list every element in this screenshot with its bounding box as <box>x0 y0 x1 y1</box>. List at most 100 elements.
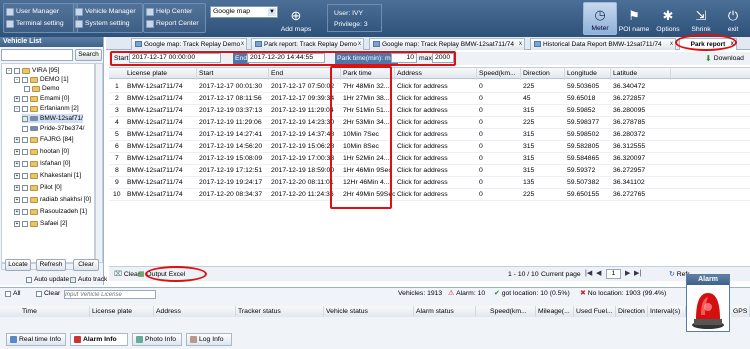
tree-node[interactable]: + hootan [0] <box>14 147 69 156</box>
tab-google-map-bmw[interactable]: Google map: Track Replay BMW-12sat711/74… <box>369 38 525 50</box>
locate-button[interactable]: Locate <box>5 259 31 271</box>
tree-node[interactable]: + FAJRG [84] <box>14 135 74 144</box>
tab-alarm-info[interactable]: Alarm Info <box>70 333 128 346</box>
shrink-button[interactable]: ⇲ Shrink <box>684 2 718 35</box>
tree-node[interactable]: + Safaei [2] <box>14 219 67 228</box>
download-button[interactable]: ⬇ Download <box>705 53 744 64</box>
bcol-gps[interactable]: GPS <box>731 306 750 317</box>
col-address[interactable]: Address <box>395 68 477 80</box>
tree-node[interactable]: + Khakestani [1] <box>14 171 81 180</box>
col-longitude[interactable]: Longitude <box>565 68 611 80</box>
bcol-time[interactable]: Time <box>0 306 90 317</box>
bcol-address[interactable]: Address <box>154 306 236 317</box>
all-checkbox[interactable]: All <box>5 289 21 299</box>
options-button[interactable]: ✱ Options <box>651 2 685 35</box>
col-license-plate[interactable]: License plate <box>125 68 197 80</box>
tree-node[interactable]: + Rasoulzadeh [1] <box>14 207 87 216</box>
close-icon[interactable]: x <box>670 39 673 50</box>
table-row[interactable]: 2 BMW-12sat711/74 2017-12-17 08:11:56 20… <box>109 93 750 105</box>
tree-node[interactable]: + radiab shakhsi [0] <box>14 195 91 204</box>
system-setting-button[interactable]: System setting <box>75 18 130 29</box>
tree-vertical-scrollbar[interactable] <box>95 63 103 263</box>
table-row[interactable]: 10 BMW-12sat711/74 2017-12-20 08:34:37 2… <box>109 189 750 201</box>
table-row[interactable]: 4 BMW-12sat711/74 2017-12-19 11:29:06 20… <box>109 117 750 129</box>
tab-historical-data-report[interactable]: Historical Data Report BMW-12sat711/74 x <box>530 38 676 50</box>
close-icon[interactable]: x <box>519 39 522 50</box>
report-center-button[interactable]: Report Center <box>146 18 199 29</box>
tree-node[interactable]: + Pilot [0] <box>14 183 62 192</box>
tab-photo-info[interactable]: Photo Info <box>132 333 182 346</box>
auto-track-checkbox[interactable]: Auto track <box>70 275 107 284</box>
bcol-license-plate[interactable]: License plate <box>90 306 154 317</box>
auto-update-checkbox[interactable]: Auto update <box>26 275 69 284</box>
meter-button[interactable]: ◷ Meter <box>583 2 617 35</box>
bcol-tracker-status[interactable]: Tracker status <box>236 306 324 317</box>
tree-node[interactable]: + Emami [0] <box>14 94 69 103</box>
tree-node-vehicle-selected[interactable]: BMW-12saf71/ <box>22 114 83 123</box>
tree-node[interactable]: - Erfanianm [2] <box>14 104 79 113</box>
add-map-icon: ⊕ <box>290 8 302 23</box>
exit-icon: ⏻ <box>727 8 739 23</box>
table-row[interactable]: 6 BMW-12sat711/74 2017-12-19 14:56:20 20… <box>109 141 750 153</box>
col-speed[interactable]: Speed(km... <box>477 68 521 80</box>
last-page-icon[interactable]: ▶| <box>634 268 641 279</box>
tree-node[interactable]: - DEMO [1] <box>14 75 69 84</box>
tree-node[interactable]: Demo <box>24 84 59 93</box>
bcol-speed[interactable]: Speed(km... <box>476 306 536 317</box>
tree-node-vehicle[interactable]: Pride-37be374/ <box>22 124 84 133</box>
tree-node[interactable]: + Isfahan [0] <box>14 159 70 168</box>
bottom-clear-button[interactable]: Clear <box>36 289 60 299</box>
search-button[interactable]: Search <box>75 49 102 61</box>
folder-icon <box>22 67 30 74</box>
map-select[interactable]: Google map ▼ <box>210 6 278 18</box>
alarm-popup[interactable]: Alarm <box>686 274 730 332</box>
folder-icon <box>30 160 38 167</box>
table-row[interactable]: 8 BMW-12sat711/74 2017-12-19 17:12:51 20… <box>109 165 750 177</box>
close-icon[interactable]: x <box>241 39 244 50</box>
vehicle-search-input[interactable] <box>1 49 73 61</box>
download-icon: ⬇ <box>705 54 712 63</box>
table-row[interactable]: 3 BMW-12sat711/74 2017-12-19 03:37:13 20… <box>109 105 750 117</box>
bcol-vehicle-status[interactable]: Vehicle status <box>324 306 414 317</box>
vehicle-tree: - VIRA [95] - DEMO [1] Demo + Emami [0] - Er… <box>1 63 95 263</box>
folder-icon <box>30 148 38 155</box>
table-row[interactable]: 7 BMW-12sat711/74 2017-12-19 15:08:09 20… <box>109 153 750 165</box>
tree-node[interactable]: - VIRA [95] <box>6 66 59 75</box>
bcol-direction[interactable]: Direction <box>616 306 648 317</box>
terminal-setting-button[interactable]: Terminal setting <box>6 18 64 29</box>
tab-real-time-info[interactable]: Real time Info <box>6 333 66 346</box>
col-direction[interactable]: Direction <box>521 68 565 80</box>
next-page-icon[interactable]: ▶ <box>625 268 630 279</box>
bcol-interval[interactable]: Interval(s) <box>648 306 686 317</box>
table-row[interactable]: 9 BMW-12sat711/74 2017-12-19 19:24:17 20… <box>109 177 750 189</box>
first-page-icon[interactable]: |◀ <box>585 268 592 279</box>
bcol-mileage[interactable]: Mileage(... <box>536 306 574 317</box>
tab-park-report-demo[interactable]: Park report: Track Replay Demo x <box>251 38 364 50</box>
col-start[interactable]: Start <box>197 68 269 80</box>
tree-clear-button[interactable]: Clear <box>73 259 99 271</box>
prev-page-icon[interactable]: ◀ <box>596 268 601 279</box>
alarm-icon: ⚠ <box>448 290 455 297</box>
refresh-button[interactable]: Refresh <box>36 259 66 271</box>
page-number-input[interactable]: 1 <box>606 269 621 279</box>
add-maps-button[interactable]: ⊕ Add maps <box>276 2 316 35</box>
grid-clear-button[interactable]: ⌧ Clear <box>114 269 140 280</box>
user-name: User: IVY <box>334 10 364 17</box>
help-center-button[interactable]: Help Center <box>146 6 192 17</box>
bcol-used-fuel[interactable]: Used Fuel... <box>574 306 616 317</box>
close-icon[interactable]: x <box>358 39 361 50</box>
table-row[interactable]: 1 BMW-12sat711/74 2017-12-17 00:01:30 20… <box>109 81 750 93</box>
folder-icon <box>30 76 38 83</box>
current-page-label: Current page <box>541 271 581 278</box>
table-row[interactable]: 5 BMW-12sat711/74 2017-12-19 14:27:41 20… <box>109 129 750 141</box>
tab-log-info[interactable]: Log Info <box>186 333 232 346</box>
user-manager-button[interactable]: User Manager <box>6 6 59 17</box>
exit-button[interactable]: ⏻ exit <box>716 2 750 35</box>
refresh-icon: ↻ <box>669 271 675 278</box>
vehicle-license-input[interactable] <box>64 290 156 299</box>
bcol-alarm-status[interactable]: Alarm status <box>414 306 476 317</box>
poi-name-button[interactable]: ⚑ POI name <box>617 2 651 35</box>
col-latitude[interactable]: Latitude <box>611 68 671 80</box>
tab-google-map-demo[interactable]: Google map: Track Replay Demo x <box>131 38 247 50</box>
vehicle-manager-button[interactable]: Vehicle Manager <box>75 6 136 17</box>
